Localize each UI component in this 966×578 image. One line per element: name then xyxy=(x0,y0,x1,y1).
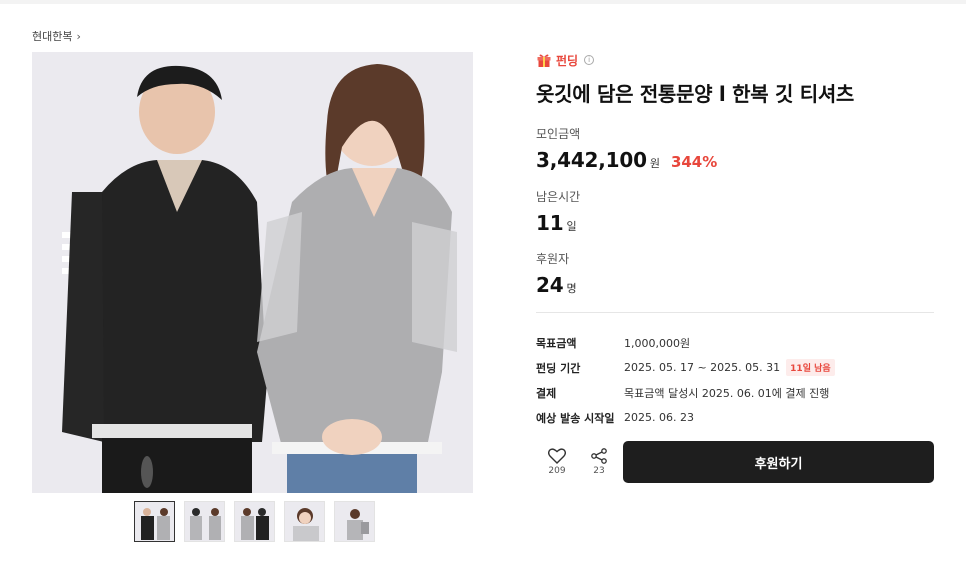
thumbnail-1[interactable] xyxy=(134,501,175,542)
detail-value: 목표금액 달성시 2025. 06. 01에 결제 진행 xyxy=(624,386,830,400)
detail-key: 목표금액 xyxy=(536,336,577,350)
remaining-time-value: 11 xyxy=(536,211,564,235)
detail-value: 1,000,000원 xyxy=(624,336,691,350)
section-divider xyxy=(536,312,934,313)
share-count: 23 xyxy=(593,466,605,476)
chevron-right-icon: › xyxy=(76,29,81,43)
supporters-block: 후원자 24 명 xyxy=(536,250,577,297)
info-icon[interactable]: i xyxy=(584,55,595,65)
detail-row-period: 펀딩 기간 2025. 05. 17 ~ 2025. 05. 31 11일 남음 xyxy=(536,355,934,380)
thumbnail-strip xyxy=(134,501,375,542)
thumbnail-2[interactable] xyxy=(184,501,225,542)
thumbnail-3[interactable] xyxy=(234,501,275,542)
raised-amount-block: 모인금액 3,442,100 원 344% xyxy=(536,125,717,172)
raised-amount-unit: 원 xyxy=(649,157,660,170)
share-icon xyxy=(591,448,607,464)
action-bar: 209 23 후원하기 xyxy=(536,441,934,483)
remaining-time-unit: 일 xyxy=(566,220,577,233)
product-main-image xyxy=(32,52,473,493)
detail-key: 펀딩 기간 xyxy=(536,361,581,375)
share-button[interactable]: 23 xyxy=(578,448,620,476)
like-count: 209 xyxy=(548,466,566,476)
detail-row-goal: 목표금액 1,000,000원 xyxy=(536,330,934,355)
funding-tag-label: 펀딩 xyxy=(556,53,579,68)
funding-tag: 펀딩 i xyxy=(536,52,934,68)
raised-amount-label: 모인금액 xyxy=(536,127,581,141)
supporters-value: 24 xyxy=(536,273,564,297)
supporters-label: 후원자 xyxy=(536,252,570,266)
thumbnail-5[interactable] xyxy=(334,501,375,542)
detail-key: 예상 발송 시작일 xyxy=(536,411,615,425)
thumbnail-4[interactable] xyxy=(284,501,325,542)
breadcrumb[interactable]: 현대한복 › xyxy=(32,28,81,44)
detail-row-payment: 결제 목표금액 달성시 2025. 06. 01에 결제 진행 xyxy=(536,380,934,405)
days-left-badge: 11일 남음 xyxy=(786,359,835,376)
product-title: 옷깃에 담은 전통문양 l 한복 깃 티셔츠 xyxy=(536,82,855,106)
product-info-panel: 펀딩 i 옷깃에 담은 전통문양 l 한복 깃 티셔츠 모인금액 3,442,1… xyxy=(536,52,934,483)
like-button[interactable]: 209 xyxy=(536,448,578,476)
top-divider xyxy=(0,0,966,4)
support-button[interactable]: 후원하기 xyxy=(623,441,934,483)
breadcrumb-store[interactable]: 현대한복 xyxy=(32,28,72,44)
remaining-time-label: 남은시간 xyxy=(536,190,581,204)
raised-amount-value: 3,442,100 xyxy=(536,148,647,172)
remaining-time-block: 남은시간 11 일 xyxy=(536,188,580,235)
detail-value: 2025. 05. 17 ~ 2025. 05. 31 xyxy=(624,361,781,374)
detail-key: 결제 xyxy=(536,386,557,400)
supporters-unit: 명 xyxy=(566,282,577,295)
raised-percent: 344% xyxy=(670,153,718,171)
heart-icon xyxy=(548,448,566,464)
detail-value: 2025. 06. 23 xyxy=(624,411,694,424)
gift-icon xyxy=(536,52,552,68)
detail-row-shipping: 예상 발송 시작일 2025. 06. 23 xyxy=(536,405,934,430)
funding-details-table: 목표금액 1,000,000원 펀딩 기간 2025. 05. 17 ~ 202… xyxy=(536,330,934,430)
